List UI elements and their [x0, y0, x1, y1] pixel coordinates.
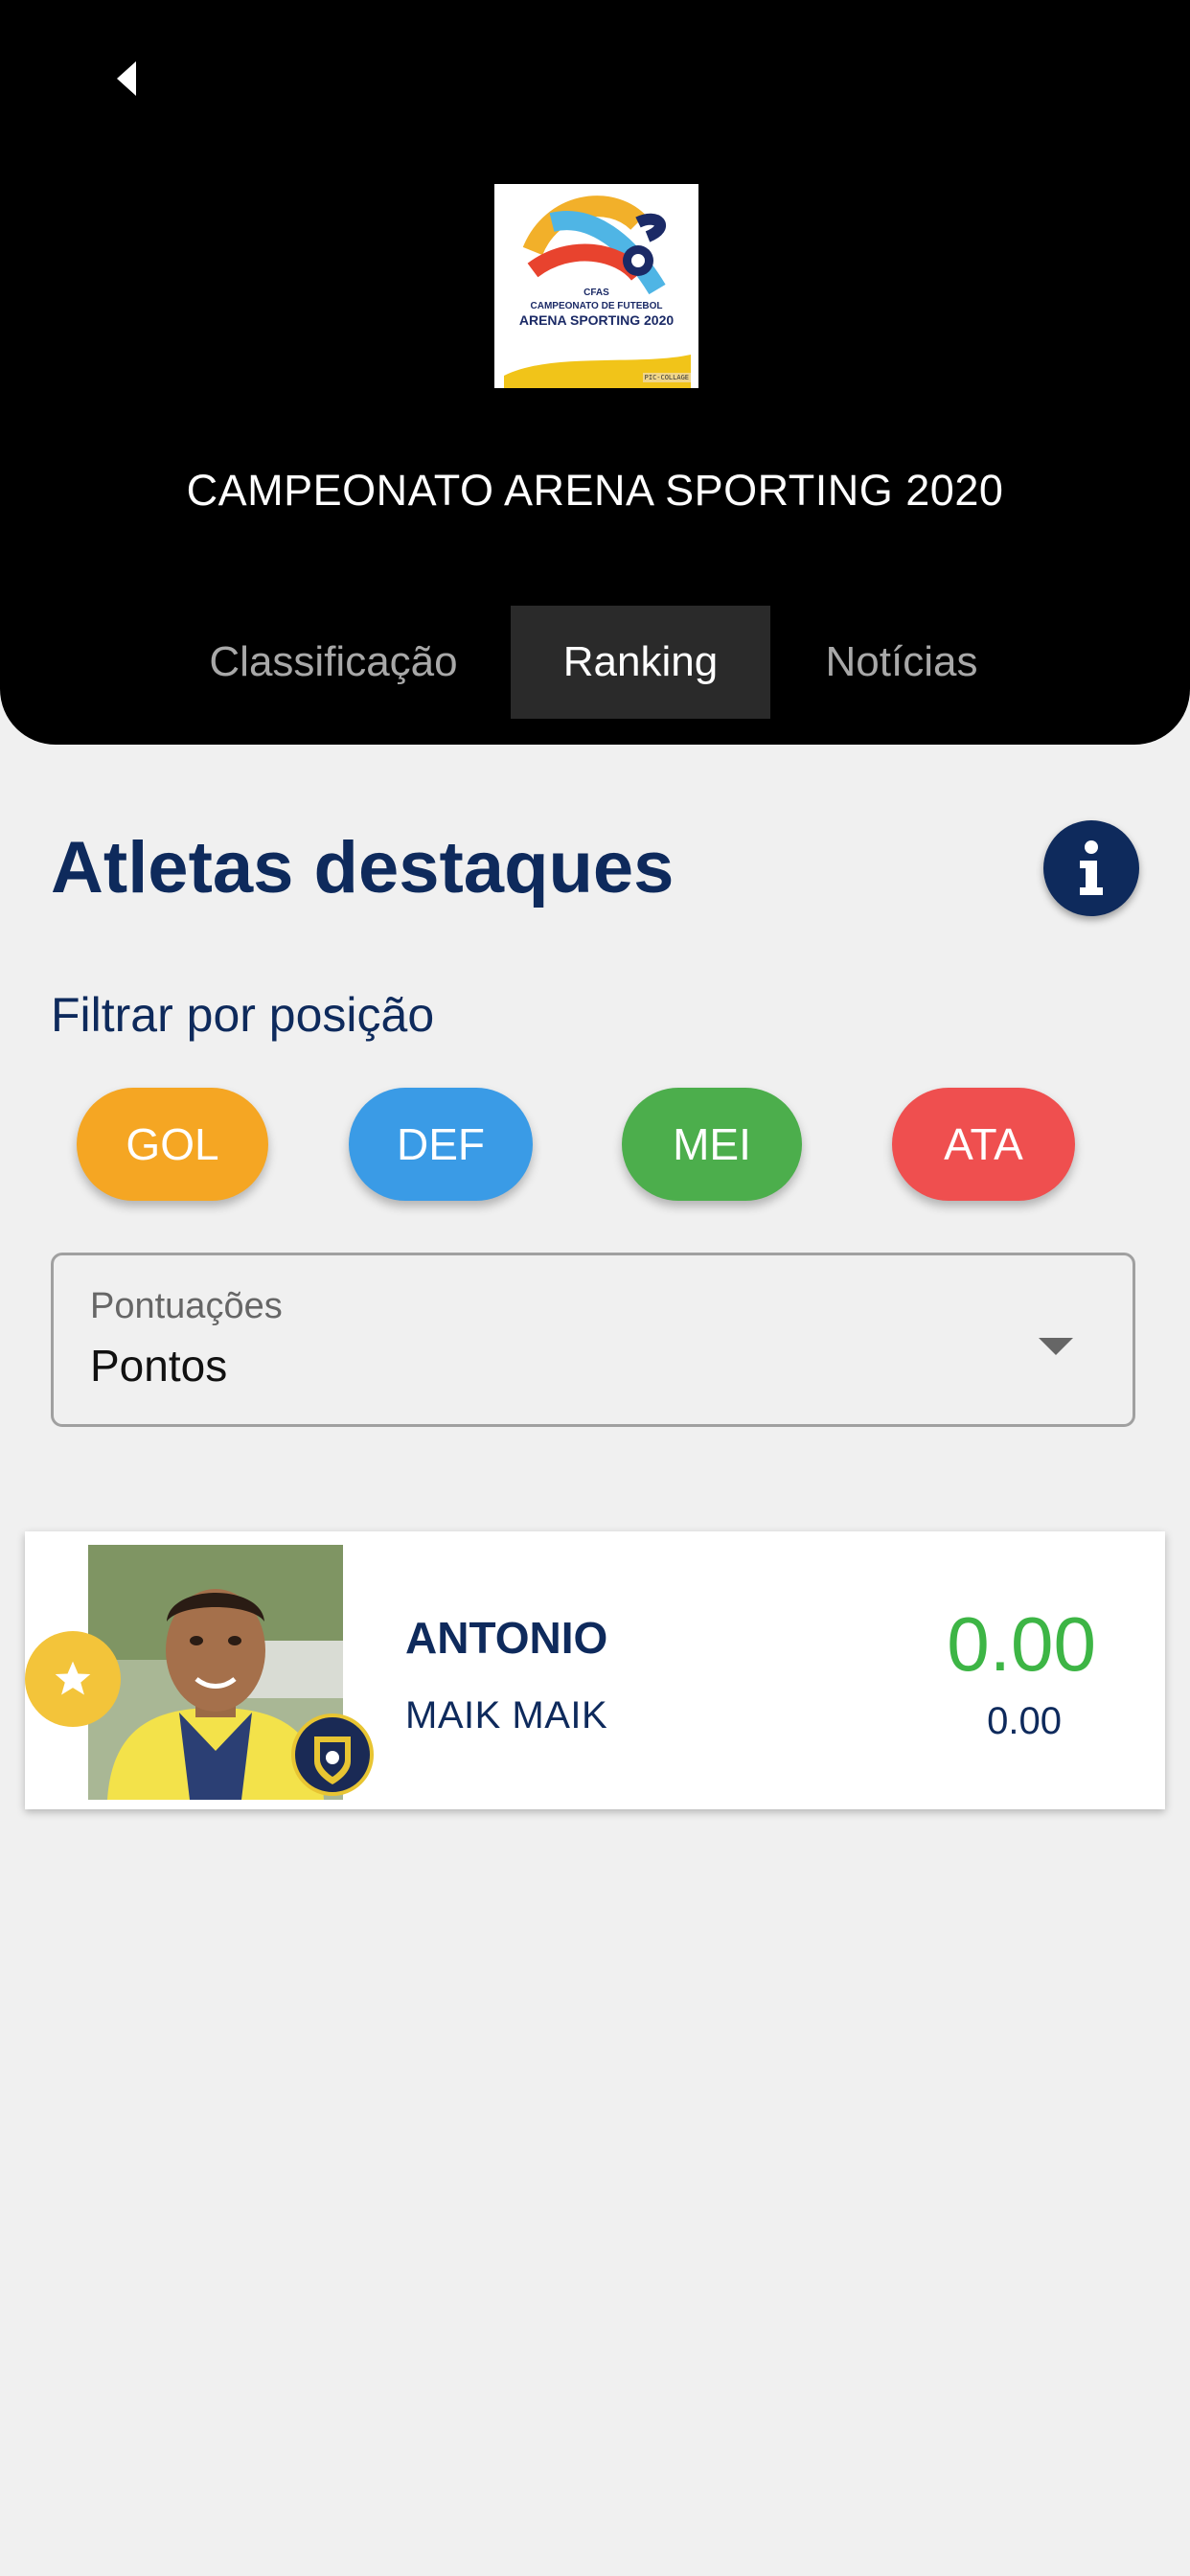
logo-tag: PIC-COLLAGE — [642, 373, 691, 382]
athlete-score: 0.00 — [947, 1601, 1096, 1687]
logo-short: CFAS — [584, 288, 609, 298]
filter-chip-mei[interactable]: MEI — [622, 1088, 802, 1201]
athlete-name: ANTONIO — [405, 1613, 608, 1663]
score-type-select[interactable]: Pontuações Pontos — [51, 1253, 1135, 1427]
select-label: Pontuações — [90, 1286, 283, 1326]
position-filter-label: Filtrar por posição — [51, 988, 435, 1042]
app-header: CFAS CAMPEONATO DE FUTEBOL ARENA SPORTIN… — [0, 0, 1190, 745]
star-icon — [55, 1661, 91, 1695]
filter-chip-ata[interactable]: ATA — [892, 1088, 1075, 1201]
page-title: Atletas destaques — [51, 827, 675, 908]
tab-noticias[interactable]: Notícias — [791, 606, 1012, 719]
chevron-down-icon — [1039, 1338, 1073, 1355]
back-arrow-icon — [117, 61, 136, 96]
select-value: Pontos — [90, 1341, 228, 1391]
competition-logo: CFAS CAMPEONATO DE FUTEBOL ARENA SPORTIN… — [494, 184, 698, 388]
athlete-team: MAIK MAIK — [405, 1694, 608, 1736]
team-crest-icon — [291, 1714, 374, 1796]
logo-line1: CAMPEONATO DE FUTEBOL — [530, 301, 663, 311]
filter-chip-def[interactable]: DEF — [349, 1088, 533, 1201]
athlete-sub-score: 0.00 — [987, 1700, 1062, 1742]
filter-chip-gol[interactable]: GOL — [77, 1088, 268, 1201]
favorite-star-button[interactable] — [25, 1631, 121, 1727]
info-icon — [1080, 840, 1103, 895]
competition-title: CAMPEONATO ARENA SPORTING 2020 — [186, 466, 1004, 515]
athlete-card[interactable]: ANTONIO MAIK MAIK 0.00 0.00 — [25, 1531, 1165, 1809]
tab-ranking[interactable]: Ranking — [511, 606, 770, 719]
info-button[interactable] — [1043, 820, 1139, 916]
back-button[interactable] — [96, 44, 157, 113]
logo-line2: ARENA SPORTING 2020 — [518, 312, 675, 328]
tab-classificacao[interactable]: Classificação — [188, 606, 479, 719]
